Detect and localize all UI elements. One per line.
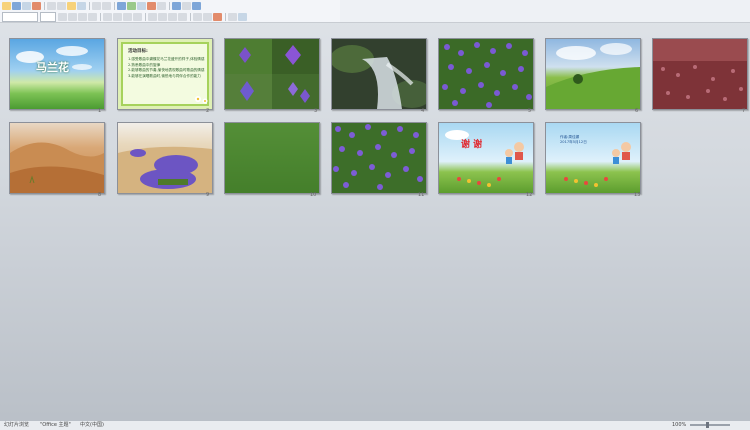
justify-icon[interactable] xyxy=(133,12,142,21)
slide-text-line: 2017年5月12日 xyxy=(560,140,587,144)
slide-text-block: 作者:周佳娜 2017年5月12日 xyxy=(560,135,587,145)
print-icon[interactable] xyxy=(22,1,31,10)
toolbar-separator xyxy=(100,12,101,21)
grass-photo xyxy=(225,123,319,193)
slide-number: 6 xyxy=(635,108,639,114)
cut-icon[interactable] xyxy=(47,1,56,10)
slide-number: 12 xyxy=(526,192,533,198)
green-hill-photo xyxy=(546,43,640,109)
slide-thumbnail-9[interactable] xyxy=(117,122,213,194)
slide-thumbnail-11[interactable] xyxy=(331,122,427,194)
cartoon-kids-background xyxy=(564,142,631,187)
toolbar-separator xyxy=(190,12,191,21)
increase-indent-icon[interactable] xyxy=(178,12,187,21)
slide-thumbnail-12[interactable]: 谢 谢 xyxy=(438,122,534,194)
grid-icon[interactable] xyxy=(172,1,181,10)
toolbar-separator xyxy=(114,1,115,10)
toolbar-separator xyxy=(89,1,90,10)
design-icon[interactable] xyxy=(228,12,237,21)
slide-thumbnail-4[interactable] xyxy=(331,38,427,110)
slide-thumbnail-3[interactable] xyxy=(224,38,320,110)
save-icon[interactable] xyxy=(12,1,21,10)
slide-number: 5 xyxy=(528,108,532,114)
spelling-icon[interactable] xyxy=(32,1,41,10)
toolbar-separator xyxy=(44,1,45,10)
iris-field-photo xyxy=(332,123,426,193)
align-right-icon[interactable] xyxy=(123,12,132,21)
toolbar-row-1 xyxy=(0,0,340,11)
lavender-desert-photo xyxy=(118,146,212,193)
font-size-select[interactable] xyxy=(40,11,56,22)
slide-number: 4 xyxy=(421,108,425,114)
insert-textbox-icon[interactable] xyxy=(157,1,166,10)
insert-table-icon[interactable] xyxy=(117,1,126,10)
insert-chart-icon[interactable] xyxy=(127,1,136,10)
slide-number: 13 xyxy=(634,192,641,198)
toolbar-background xyxy=(340,0,750,23)
slide-number: 8 xyxy=(98,192,102,198)
insert-shape-icon[interactable] xyxy=(147,1,156,10)
font-color-icon[interactable] xyxy=(213,12,222,21)
cartoon-kids-background xyxy=(445,130,524,187)
slide-title: 马兰花 xyxy=(36,61,69,74)
undo-icon[interactable] xyxy=(92,1,101,10)
toolbar-separator xyxy=(225,12,226,21)
daisy-decoration-icon xyxy=(195,96,208,104)
slide-thumbnail-5[interactable] xyxy=(438,38,534,110)
font-size-increase-icon[interactable] xyxy=(193,12,202,21)
toolbar-row-2 xyxy=(0,11,340,22)
pink-flower-field-photo xyxy=(653,39,747,109)
bold-button[interactable] xyxy=(58,12,67,21)
desert-dunes-photo xyxy=(10,142,104,193)
iris-flowers-collage xyxy=(225,39,319,109)
italic-button[interactable] xyxy=(68,12,77,21)
iris-field-photo xyxy=(439,39,533,109)
align-center-icon[interactable] xyxy=(113,12,122,21)
slide-number: 3 xyxy=(314,108,318,114)
insert-picture-icon[interactable] xyxy=(137,1,146,10)
zoom-slider[interactable] xyxy=(690,424,730,426)
slide-thumbnail-6[interactable] xyxy=(545,38,641,110)
format-painter-icon[interactable] xyxy=(77,1,86,10)
redo-icon[interactable] xyxy=(102,1,111,10)
align-left-icon[interactable] xyxy=(103,12,112,21)
slide-title: 谢 谢 xyxy=(461,140,483,150)
slide-thumbnail-1[interactable]: 马兰花 xyxy=(9,38,105,110)
zoom-icon[interactable] xyxy=(182,1,191,10)
slide-number: 2 xyxy=(206,108,210,114)
waterfall-photo xyxy=(332,39,426,109)
slide-number: 1 xyxy=(98,108,102,114)
slide-number: 9 xyxy=(206,192,210,198)
toolbar-separator xyxy=(169,1,170,10)
slide-number: 7 xyxy=(742,108,746,114)
decrease-indent-icon[interactable] xyxy=(168,12,177,21)
slide-number: 10 xyxy=(310,192,317,198)
slide-thumbnail-2[interactable]: 活动目标: 1.感受歌曲中蝴蝶花马兰花盛开的样子,体验情感 2.熟悉歌曲中的旋律… xyxy=(117,38,213,110)
open-folder-icon[interactable] xyxy=(2,1,11,10)
bullets-icon[interactable] xyxy=(158,12,167,21)
paste-icon[interactable] xyxy=(67,1,76,10)
help-icon[interactable] xyxy=(192,1,201,10)
slide-thumbnail-13[interactable]: 作者:周佳娜 2017年5月12日 xyxy=(545,122,641,194)
font-size-decrease-icon[interactable] xyxy=(203,12,212,21)
ribbon-toolbar xyxy=(0,0,341,23)
slide-thumbnail-8[interactable] xyxy=(9,122,105,194)
new-slide-icon[interactable] xyxy=(238,12,247,21)
zoom-slider-thumb[interactable] xyxy=(706,422,709,428)
slide-thumbnail-7[interactable] xyxy=(652,38,748,110)
numbering-icon[interactable] xyxy=(148,12,157,21)
font-name-select[interactable] xyxy=(2,11,38,22)
slide-sorter: 马兰花 1 活动目标: 1.感受歌曲中蝴蝶花马兰花盛开的样子,体验情感 2.熟悉… xyxy=(0,32,750,202)
copy-icon[interactable] xyxy=(57,1,66,10)
shadow-button[interactable] xyxy=(88,12,97,21)
underline-button[interactable] xyxy=(78,12,87,21)
toolbar-separator xyxy=(145,12,146,21)
slide-thumbnail-10[interactable] xyxy=(224,122,320,194)
slide-number: 11 xyxy=(418,192,425,198)
